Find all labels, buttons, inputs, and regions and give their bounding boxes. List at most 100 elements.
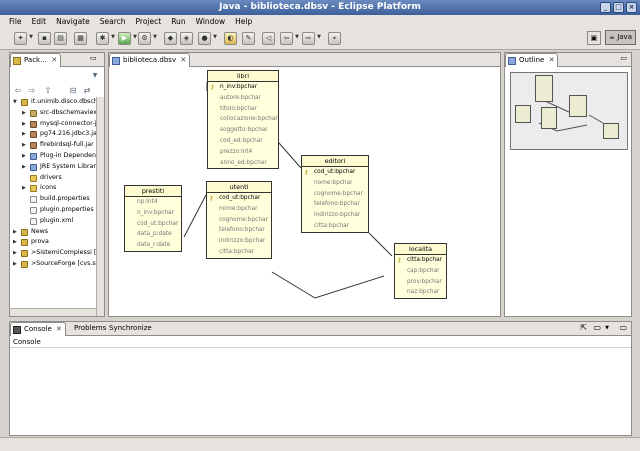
debug-dropdown-icon[interactable]: ▼ [110,32,116,45]
console-body[interactable]: Console [10,336,631,435]
package-tree-horizontal-scrollbar[interactable] [10,308,96,316]
tree-item[interactable]: plugin.xml [10,216,96,227]
back-dropdown-icon[interactable]: ▼ [294,32,300,45]
entity-localita[interactable]: localita ⚷ citta:bpchar cap:bpchar prov:bpch… [394,243,447,300]
entity-field[interactable]: prezzo:int4 [208,147,278,158]
back-icon[interactable]: ⇦ [280,32,293,45]
entity-field[interactable]: indirizzo:bpchar [302,210,368,221]
pin-icon[interactable]: ⌖ [328,32,341,45]
entity-field[interactable]: cognome:bpchar [207,215,271,226]
menu-help[interactable]: Help [230,15,257,28]
collapsed-twisty-icon[interactable]: ▶ [13,228,19,236]
tab-problems[interactable]: Problems [70,322,109,336]
menu-edit[interactable]: Edit [27,15,52,28]
primary-key-field[interactable]: ⚷ n_inv:bpchar [208,82,278,93]
menu-project[interactable]: Project [131,15,167,28]
new-dropdown-icon[interactable]: ▼ [28,32,34,45]
save-icon[interactable]: ▪ [38,32,51,45]
collapsed-twisty-icon[interactable]: ▶ [13,260,19,268]
new-class-dropdown-icon[interactable]: ▼ [212,32,218,45]
tree-item[interactable]: plugin.properties [10,205,96,216]
collapsed-twisty-icon[interactable]: ▶ [22,120,28,128]
collapsed-twisty-icon[interactable]: ▶ [22,130,28,138]
java-perspective-button[interactable]: ☕ Java [604,30,636,45]
tree-item[interactable]: ▶ >SourceForge [cvs.sou [10,259,96,270]
run-icon[interactable]: ▶ [118,32,131,45]
collapse-all-icon[interactable]: ⊟ [68,86,78,96]
tree-item[interactable]: drivers [10,173,96,184]
collapsed-twisty-icon[interactable]: ▶ [22,163,28,171]
forward-icon[interactable]: ⇨ [302,32,315,45]
primary-key-field[interactable]: ⚷ citta:bpchar [395,255,446,266]
nav-back-icon[interactable]: ⇦ [13,86,23,96]
outline-thumbnail[interactable] [509,71,629,151]
display-console-dropdown-icon[interactable]: ▼ [605,325,609,331]
tab-biblioteca-dbsv[interactable]: biblioteca.dbsv ✕ [109,53,191,67]
tree-item[interactable]: build.properties [10,194,96,205]
menu-run[interactable]: Run [166,15,190,28]
search-icon[interactable]: ✎ [242,32,255,45]
tab-synchronize[interactable]: Synchronize [105,322,155,336]
entity-field[interactable]: data_p:date [125,229,181,240]
entity-editori[interactable]: editori ⚷ cod_ut:bpchar nome:bpchar cognome:… [301,155,369,233]
new-icon[interactable]: ✦ [14,32,27,45]
display-console-icon[interactable]: ▭ [593,323,601,332]
entity-prestiti[interactable]: prestiti np:int4 n_inv:bpchar cod_ut:bpchar… [124,185,182,252]
collapsed-twisty-icon[interactable]: ▶ [22,141,28,149]
print-icon[interactable]: ▤ [54,32,67,45]
schema-diagram-canvas[interactable]: libri ⚷ n_inv:bpchar autore:bpchar titolo:bp… [109,67,500,316]
entity-field[interactable]: cap:bpchar [395,266,446,277]
open-console-icon[interactable]: ⇱ [580,323,587,332]
open-perspective-icon[interactable]: ▣ [586,30,601,45]
entity-field[interactable]: cognome:bpchar [302,189,368,200]
minimize-view-icon[interactable]: ▭ [90,54,97,62]
maximize-button[interactable]: □ [613,2,624,13]
entity-field[interactable]: anno_ed:bpchar [208,158,278,169]
menu-window[interactable]: Window [191,15,231,28]
tree-item[interactable]: ▶ mysql-connector-jav [10,119,96,130]
entity-field[interactable]: citta:bpchar [207,247,271,258]
new-class-icon[interactable]: ● [198,32,211,45]
entity-field[interactable]: naz:bpchar [395,287,446,298]
entity-field[interactable]: data_r:date [125,240,181,251]
nav-forward-icon[interactable]: ⇨ [27,86,37,96]
menu-file[interactable]: File [4,15,27,28]
entity-field[interactable]: soggetto:bpchar [208,125,278,136]
package-tree-vertical-scrollbar[interactable] [96,97,104,316]
entity-field[interactable]: nome:bpchar [207,204,271,215]
tree-item[interactable]: ▶ firebirdsql-full.jar [10,140,96,151]
open-type-icon[interactable]: ◐ [224,32,237,45]
tree-item[interactable]: ▶ JRE System Library [10,162,96,173]
entity-field[interactable]: indirizzo:bpchar [207,236,271,247]
tab-outline[interactable]: Outline ✕ [505,53,559,67]
tree-item[interactable]: ▶ >SistemiComplessi [it. [10,248,96,259]
entity-field[interactable]: titolo:bpchar [208,104,278,115]
link-with-editor-icon[interactable]: ⇄ [82,86,92,96]
entity-field[interactable]: citta:bpchar [302,221,368,232]
debug-icon[interactable]: ✱ [96,32,109,45]
minimize-view-icon[interactable]: ▭ [619,323,627,332]
minimize-button[interactable]: _ [600,2,611,13]
entity-libri[interactable]: libri ⚷ n_inv:bpchar autore:bpchar titolo:bp… [207,70,279,170]
close-icon[interactable]: ✕ [180,56,186,64]
menu-navigate[interactable]: Navigate [51,15,95,28]
tree-item[interactable]: ▶ icons [10,183,96,194]
entity-utenti[interactable]: utenti ⚷ cod_ut:bpchar nome:bpchar cognome:b… [206,181,272,259]
tree-item[interactable]: ▶ src-dbschemaviewer [10,108,96,119]
tree-item[interactable]: ▼ it.unimib.disco.dbscherm [10,97,96,108]
tab-package-explorer[interactable]: Pack… ✕ [10,53,62,67]
minimize-view-icon[interactable]: ▭ [620,54,627,62]
primary-key-field[interactable]: ⚷ cod_ut:bpchar [302,167,368,178]
outline-viewport-overlay[interactable] [510,72,628,150]
external-tools-icon[interactable]: ⚙ [138,32,151,45]
entity-field[interactable]: collocazione:bpchar [208,114,278,125]
entity-field[interactable]: cod_ed:bpchar [208,136,278,147]
entity-field[interactable]: telefono:bpchar [207,225,271,236]
primary-key-field[interactable]: ⚷ cod_ut:bpchar [207,193,271,204]
tree-item[interactable]: ▶ prova [10,237,96,248]
tree-item[interactable]: ▶ pg74.216.jdbc3.jar [10,129,96,140]
entity-field[interactable]: n_inv:bpchar [125,208,181,219]
new-java-project-icon[interactable]: ◆ [164,32,177,45]
new-package-icon[interactable]: ◈ [180,32,193,45]
entity-field[interactable]: prov:bpchar [395,277,446,288]
